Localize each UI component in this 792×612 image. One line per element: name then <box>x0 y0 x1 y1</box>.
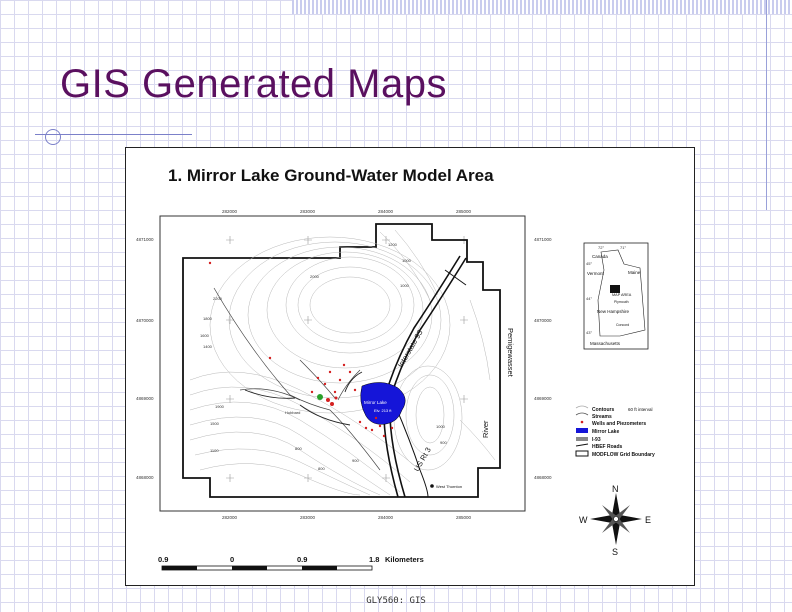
corner-decoration <box>292 0 792 14</box>
map-image-frame <box>125 147 695 586</box>
slide-footer: GLY560: GIS <box>366 596 426 606</box>
slide-title: GIS Generated Maps <box>60 62 447 106</box>
title-underline-circle <box>45 129 61 145</box>
map-title: 1. Mirror Lake Ground-Water Model Area <box>168 166 494 185</box>
right-accent-line <box>766 0 767 210</box>
